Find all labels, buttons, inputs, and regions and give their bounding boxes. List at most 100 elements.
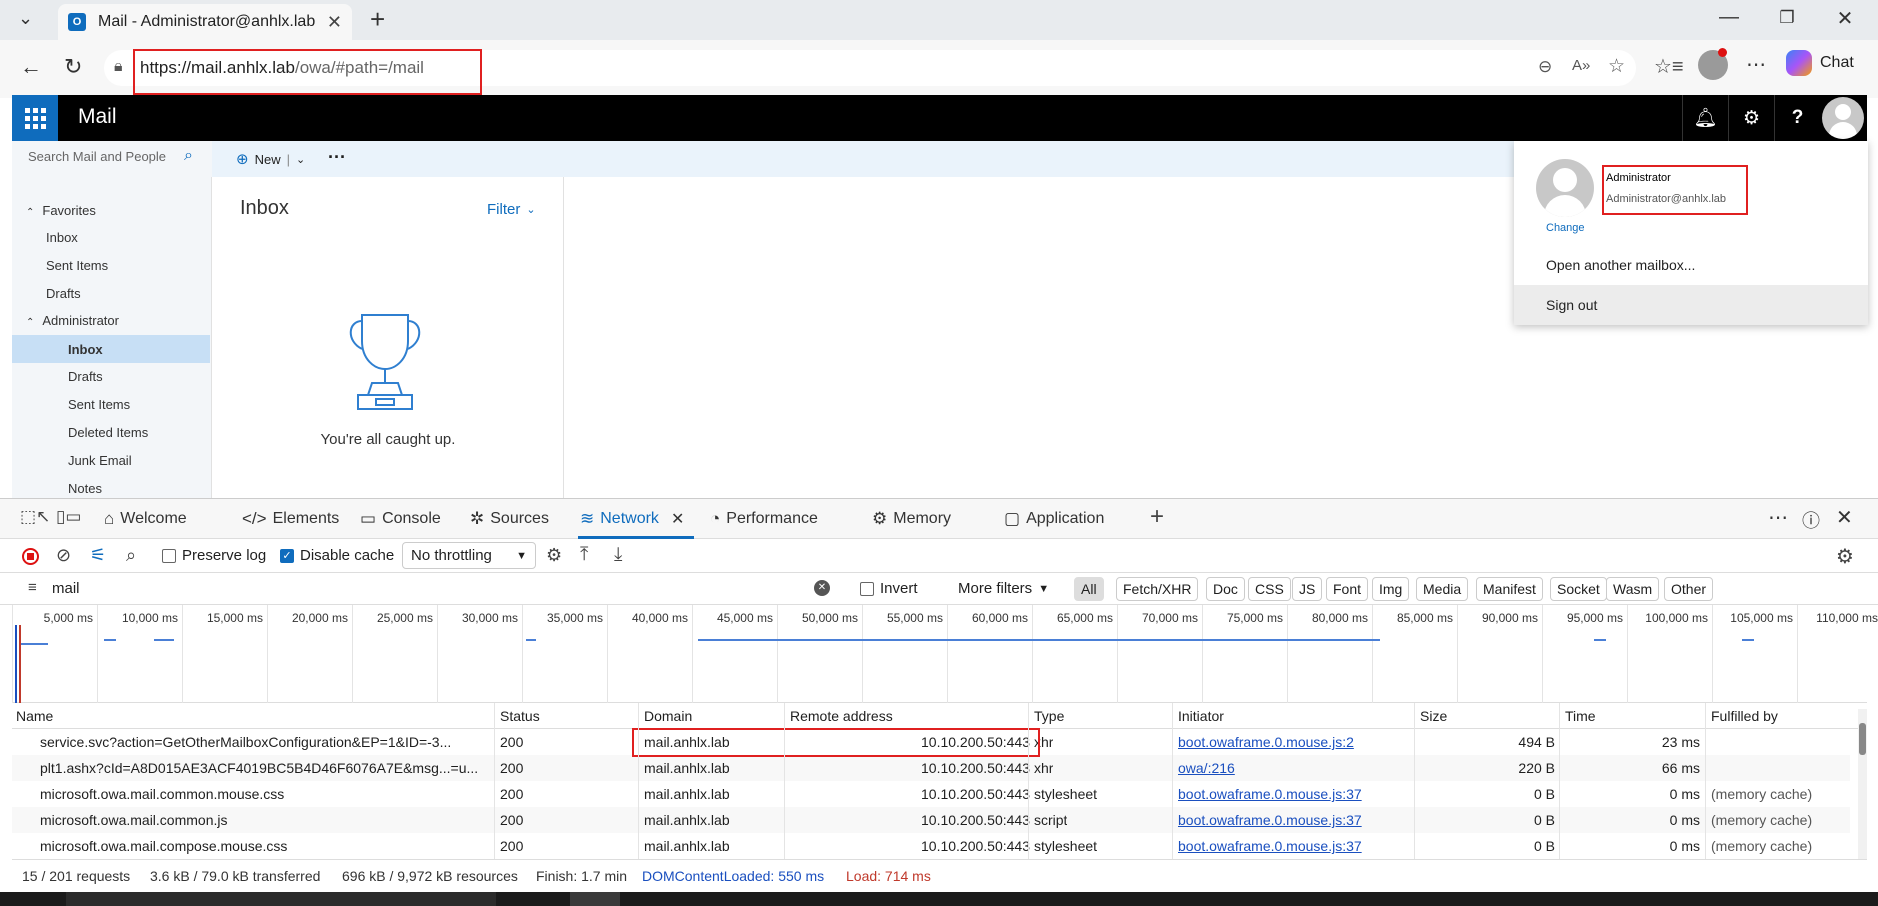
taskbar-app-icon[interactable] [570, 892, 620, 906]
filter-img[interactable]: Img [1372, 577, 1410, 601]
account-header[interactable]: ⌃ Administrator [26, 313, 119, 328]
device-emulation-icon[interactable]: ▯▭ [56, 507, 81, 527]
export-har-icon[interactable]: ⤓ [614, 544, 622, 566]
column-separator[interactable] [1705, 703, 1706, 859]
filter-all[interactable]: All [1074, 577, 1104, 601]
table-row[interactable]: plt1.ashx?cId=A8D015AE3ACF4019BC5B4D46F6… [12, 755, 1850, 781]
filter-button[interactable]: Filter ⌄ [487, 201, 536, 218]
sign-out-item[interactable]: Sign out [1514, 285, 1868, 325]
table-scrollbar[interactable] [1858, 709, 1867, 859]
column-separator[interactable] [1414, 703, 1415, 859]
more-actions-icon[interactable]: ··· [328, 147, 346, 168]
folder-deleted-items[interactable]: Deleted Items [68, 425, 148, 440]
favorite-star-icon[interactable]: ☆ [1608, 55, 1625, 78]
cell-initiator[interactable]: boot.owaframe.0.mouse.js:37 [1178, 812, 1362, 828]
folder-drafts[interactable]: Drafts [68, 369, 103, 384]
read-aloud-icon[interactable]: A» [1572, 57, 1590, 74]
record-stop-icon[interactable] [22, 548, 39, 565]
more-filters-dropdown[interactable]: More filters ▼ [958, 580, 1049, 597]
network-settings-gear-icon[interactable]: ⚙ [1836, 544, 1854, 569]
fav-inbox[interactable]: Inbox [46, 230, 78, 245]
cell-initiator[interactable]: owa/:216 [1178, 760, 1235, 776]
tab-sources[interactable]: ✲ Sources [470, 509, 549, 529]
filter-other[interactable]: Other [1664, 577, 1714, 601]
search-box[interactable]: Search Mail and People ⌕ [12, 141, 212, 177]
folder-notes[interactable]: Notes [68, 481, 102, 496]
column-header-domain[interactable]: Domain [644, 708, 692, 724]
change-photo-link[interactable]: Change [1546, 222, 1585, 234]
new-mail-button[interactable]: ⊕ New | ⌄ [236, 150, 305, 168]
search-input[interactable]: Search Mail and People [28, 149, 166, 164]
notification-bell-icon[interactable]: 🔔︎ [1682, 95, 1728, 141]
tab-list-chevron-icon[interactable]: ⌄ [18, 8, 33, 29]
app-launcher-icon[interactable] [12, 95, 58, 141]
column-header-size[interactable]: Size [1420, 708, 1447, 724]
filter-wasm[interactable]: Wasm [1606, 577, 1660, 601]
close-devtools-icon[interactable]: ✕ [1836, 505, 1853, 530]
minimize-icon[interactable]: — [1714, 6, 1744, 29]
column-separator[interactable] [494, 703, 495, 859]
favorites-header[interactable]: ⌃ Favorites [26, 203, 96, 218]
browser-tab[interactable]: O Mail - Administrator@anhlx.lab ✕ [58, 4, 352, 40]
filter-input[interactable]: mail [52, 580, 80, 597]
filter-js[interactable]: JS [1292, 577, 1323, 601]
column-separator[interactable] [638, 703, 639, 859]
filter-doc[interactable]: Doc [1206, 577, 1245, 601]
throttling-select[interactable]: No throttling ▼ [402, 542, 536, 569]
filter-fetch-xhr[interactable]: Fetch/XHR [1116, 577, 1199, 601]
folder-inbox-selected[interactable]: Inbox [12, 335, 210, 363]
new-tab-plus-icon[interactable]: + [370, 4, 385, 35]
inspect-element-icon[interactable]: ⬚↖ [20, 507, 50, 527]
tab-elements[interactable]: </> Elements [242, 509, 339, 529]
filter-socket[interactable]: Socket [1550, 577, 1607, 601]
column-header-initiator[interactable]: Initiator [1178, 708, 1224, 724]
tab-application[interactable]: ▢ Application [1004, 509, 1104, 529]
column-header-type[interactable]: Type [1034, 708, 1064, 724]
fav-sent-items[interactable]: Sent Items [46, 258, 108, 273]
tab-network[interactable]: ≋ Network ✕ [580, 509, 684, 529]
help-icon[interactable]: ? [1774, 95, 1820, 141]
add-tool-plus-icon[interactable]: + [1150, 503, 1164, 531]
filter-font[interactable]: Font [1326, 577, 1369, 601]
close-tab-icon[interactable]: ✕ [327, 12, 342, 33]
cell-initiator[interactable]: boot.owaframe.0.mouse.js:37 [1178, 838, 1362, 854]
clear-filter-icon[interactable]: ✕ [814, 580, 830, 596]
column-header-remote[interactable]: Remote address [790, 708, 893, 724]
favorites-list-icon[interactable]: ☆≡ [1654, 54, 1684, 79]
column-separator[interactable] [784, 703, 785, 859]
folder-sent-items[interactable]: Sent Items [68, 397, 130, 412]
filter-css[interactable]: CSS [1248, 577, 1291, 601]
more-options-icon[interactable]: ⋯ [1746, 52, 1766, 77]
devtools-more-icon[interactable]: ⋯ [1768, 505, 1788, 530]
cell-initiator[interactable]: boot.owaframe.0.mouse.js:37 [1178, 786, 1362, 802]
column-separator[interactable] [1559, 703, 1560, 859]
column-header-fulfilled[interactable]: Fulfilled by [1711, 708, 1778, 724]
tab-performance[interactable]: ◔ Performance [710, 509, 818, 529]
table-row[interactable]: microsoft.owa.mail.common.js 200 mail.anhl… [12, 807, 1850, 833]
zoom-out-icon[interactable]: ⊖ [1538, 57, 1552, 77]
folder-junk-email[interactable]: Junk Email [68, 453, 132, 468]
import-har-icon[interactable]: ⤒ [580, 544, 588, 566]
open-another-mailbox[interactable]: Open another mailbox... [1546, 257, 1695, 273]
invert-checkbox[interactable]: Invert [860, 580, 918, 597]
cell-initiator[interactable]: boot.owaframe.0.mouse.js:2 [1178, 734, 1354, 750]
close-window-icon[interactable]: ✕ [1830, 6, 1860, 31]
network-timeline-overview[interactable]: 5,000 ms 10,000 ms 15,000 ms 20,000 ms 25,00… [12, 605, 1878, 703]
tab-memory[interactable]: ⚙ Memory [872, 509, 951, 529]
column-separator[interactable] [1028, 703, 1029, 859]
fav-drafts[interactable]: Drafts [46, 286, 81, 301]
column-separator[interactable] [1172, 703, 1173, 859]
search-icon[interactable]: ⌕ [126, 545, 136, 566]
clear-icon[interactable]: ⊘ [56, 545, 71, 566]
column-header-time[interactable]: Time [1565, 708, 1596, 724]
column-header-name[interactable]: Name [16, 708, 53, 724]
network-conditions-icon[interactable]: ⚙ [546, 545, 562, 566]
restore-icon[interactable]: ❐ [1772, 8, 1802, 28]
filter-media[interactable]: Media [1416, 577, 1469, 601]
tab-welcome[interactable]: ⌂ Welcome [104, 509, 187, 529]
tab-console[interactable]: ▭ Console [360, 509, 441, 529]
refresh-icon[interactable]: ↻ [64, 54, 82, 80]
preserve-log-checkbox[interactable]: Preserve log [162, 547, 266, 564]
browser-profile-avatar[interactable] [1698, 48, 1728, 80]
copilot-chat-button[interactable]: Chat [1786, 50, 1854, 76]
